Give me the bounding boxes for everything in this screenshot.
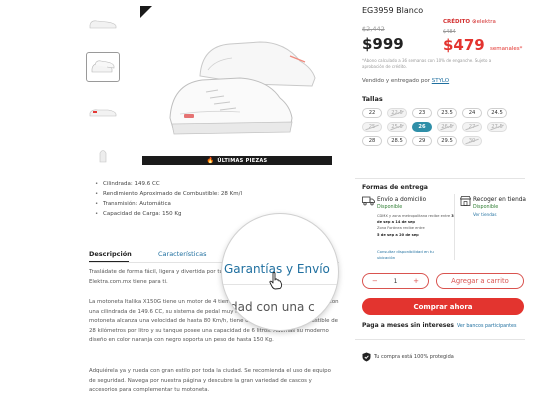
size-option[interactable]: 28.5 (387, 136, 407, 146)
size-option[interactable]: 26 (412, 122, 432, 132)
thumbnail-2[interactable] (86, 52, 120, 82)
store-icon (460, 196, 471, 206)
credit-brand: CRÉDITO ⊙elektra (443, 19, 496, 25)
increase-button[interactable]: + (413, 277, 419, 285)
sold-by-label: Vendido y entregado por (362, 78, 430, 84)
size-option[interactable]: 25.5 (387, 122, 407, 132)
size-option[interactable]: 22.5 (387, 108, 407, 118)
corner-badge (140, 6, 152, 18)
magnified-description-text: dad con una c (230, 300, 315, 314)
truck-icon (362, 196, 375, 206)
participating-banks-link[interactable]: Ver bancos participantes (457, 324, 516, 329)
shipping-zone2-dates: 5 de sep a 20 de sep (377, 232, 419, 237)
original-price: $2,442 (362, 25, 385, 33)
thumbnail-1[interactable] (86, 8, 120, 38)
product-sku: EG3959 Blanco (362, 6, 424, 15)
sizes-label: Tallas (362, 95, 383, 103)
shield-icon (362, 352, 371, 362)
section-divider (355, 339, 525, 340)
product-main-image[interactable] (140, 6, 332, 164)
shoe-side-thumbnail-icon (89, 109, 117, 117)
pickup-status: Disponible (473, 205, 499, 210)
credit-price: $479 semanales* (443, 36, 522, 54)
pickup-title: Recoger en tienda (473, 197, 526, 203)
decrease-button[interactable]: − (372, 277, 378, 285)
product-page: 🔥 ÚLTIMAS PIEZAS Cilindrada: 149.6 CC Re… (0, 0, 551, 408)
size-option[interactable]: 27 (462, 122, 482, 132)
size-option[interactable]: 24.5 (487, 108, 507, 118)
credit-price-value: $479 (443, 36, 485, 54)
thumbnail-list (86, 8, 122, 184)
size-option[interactable]: 26.5 (437, 122, 457, 132)
purchase-protection-text: Tu compra está 100% protegida (374, 354, 454, 360)
credit-brand-name: elektra (476, 19, 496, 25)
buy-now-button[interactable]: Comprar ahora (362, 298, 524, 315)
thumbnail-3[interactable] (86, 96, 120, 126)
size-option[interactable]: 25 (362, 122, 382, 132)
shipping-status: Disponible (377, 205, 403, 210)
size-option[interactable]: 28 (362, 136, 382, 146)
spec-item: Cilindrada: 149.6 CC (95, 179, 242, 189)
shoe-pair-thumbnail-icon (91, 60, 115, 73)
fire-icon: 🔥 (206, 157, 215, 164)
size-option[interactable]: 23 (412, 108, 432, 118)
spec-item: Rendimiento Aproximado de Combustible: 2… (95, 189, 242, 199)
description-paragraph-3: Adquiérela ya y rueda con gran estilo po… (89, 368, 331, 393)
quantity-stepper: − 1 + (362, 273, 429, 289)
magnifier-lens: Garantías y Envío dad con una c (221, 213, 339, 331)
tab-description[interactable]: Descripción (89, 250, 132, 258)
size-option[interactable]: 27.5 (487, 122, 507, 132)
credit-fine-print: *Abono calculado a 36 semanas con 10% de… (362, 58, 492, 69)
delivery-title: Formas de entrega (362, 184, 428, 191)
size-option[interactable]: 22 (362, 108, 382, 118)
add-to-cart-button[interactable]: Agregar a carrito (436, 273, 524, 289)
credit-price-suffix: semanales* (489, 46, 523, 52)
size-option[interactable]: 29 (412, 136, 432, 146)
shoe-back-thumbnail-icon (99, 150, 107, 163)
shipping-details: CDMX y zona metropolitana recibe entre 3… (377, 213, 457, 238)
credit-original-price: $484 (443, 29, 456, 35)
view-stores-link[interactable]: Ver tiendas (473, 212, 497, 217)
shoe-thumbnail-icon (89, 20, 117, 29)
tab-characteristics[interactable]: Características (158, 250, 206, 258)
seller-link[interactable]: STYLO (432, 78, 449, 84)
quantity-value[interactable]: 1 (394, 278, 398, 285)
shipping-title: Envío a domicilio (377, 197, 427, 203)
size-option[interactable]: 23.5 (437, 108, 457, 118)
installments-label: Paga a meses sin intereses (362, 322, 454, 329)
size-option[interactable]: 29.5 (437, 136, 457, 146)
last-pieces-banner: 🔥 ÚLTIMAS PIEZAS (142, 156, 332, 165)
sold-by: Vendido y entregado por STYLO (362, 78, 449, 84)
size-option[interactable]: 30 (462, 136, 482, 146)
shipping-zone1-text: CDMX y zona metropolitana recibe entre (377, 214, 451, 218)
credit-brand-prefix: CRÉDITO (443, 19, 471, 25)
last-pieces-label: ÚLTIMAS PIEZAS (217, 157, 268, 164)
section-divider (355, 178, 525, 179)
shipping-zone2-text: Zona Foránea recibe entre (377, 226, 425, 231)
spec-list: Cilindrada: 149.6 CC Rendimiento Aproxim… (95, 179, 242, 219)
size-option[interactable]: 24 (462, 108, 482, 118)
delivery-divider (454, 194, 455, 260)
installments-row: Paga a meses sin intereses Ver bancos par… (362, 322, 516, 329)
current-price: $999 (362, 35, 404, 53)
check-availability-link[interactable]: Consultar disponibilidad en tu ubicación (377, 249, 447, 260)
spec-item: Capacidad de Carga: 150 Kg (95, 209, 242, 219)
hand-pointer-icon (269, 272, 283, 290)
spec-item: Transmisión: Automática (95, 199, 242, 209)
thumbnail-4[interactable] (86, 140, 120, 170)
